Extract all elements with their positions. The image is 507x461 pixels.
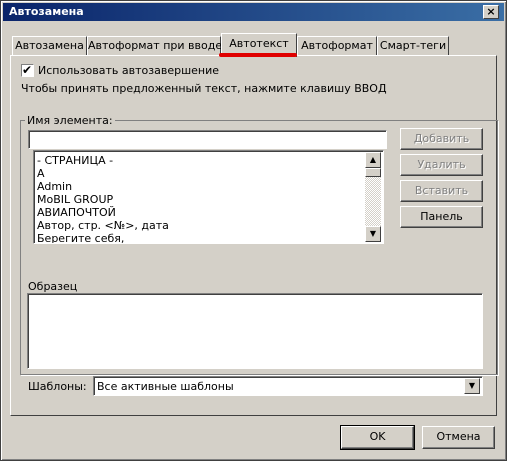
cancel-button[interactable]: Отмена (422, 426, 495, 449)
dropdown-button[interactable]: ▼ (464, 378, 480, 394)
add-button[interactable]: Добавить (400, 128, 483, 150)
arrow-down-icon: ▼ (369, 229, 377, 238)
scroll-thumb[interactable] (365, 168, 381, 177)
list-item[interactable]: АВИАПОЧТОЙ (37, 206, 116, 219)
arrow-up-icon: ▲ (369, 155, 377, 164)
preview-box (27, 293, 483, 369)
ok-button[interactable]: OK (340, 425, 415, 450)
autotext-list[interactable]: - СТРАНИЦА - A Admin MoBIL GROUP АВИАПОЧ… (33, 150, 384, 244)
dialog-title: Автозамена (9, 5, 84, 18)
close-icon: × (486, 5, 496, 18)
toolbar-button[interactable]: Панель (400, 206, 483, 228)
templates-selected: Все активные шаблоны (97, 380, 234, 393)
tab-smart-tags[interactable]: Смарт-теги (377, 36, 449, 56)
checkmark-icon: ✔ (22, 63, 33, 77)
list-item[interactable]: Автор, стр. <№>, дата (37, 219, 169, 232)
delete-button[interactable]: Удалить (400, 154, 483, 176)
autocomplete-label: Использовать автозавершение (38, 64, 220, 77)
chevron-down-icon: ▼ (468, 381, 476, 390)
tab-autoformat-as-you-type[interactable]: Автоформат при вводе (87, 36, 222, 56)
list-item[interactable]: A (37, 167, 45, 180)
entry-name-input[interactable] (28, 130, 387, 149)
active-tab-highlight (219, 53, 297, 57)
scroll-up-button[interactable]: ▲ (365, 152, 381, 168)
templates-label: Шаблоны: (28, 380, 87, 393)
tab-autoformat[interactable]: Автоформат (297, 36, 377, 56)
templates-dropdown[interactable]: Все активные шаблоны ▼ (93, 376, 483, 396)
list-item[interactable]: Берегите себя, (37, 232, 124, 243)
scroll-down-button[interactable]: ▼ (365, 226, 381, 242)
preview-label: Образец (28, 280, 78, 293)
list-item[interactable]: - СТРАНИЦА - (37, 154, 113, 167)
list-item[interactable]: MoBIL GROUP (37, 193, 113, 206)
insert-button[interactable]: Вставить (400, 180, 483, 202)
title-bar[interactable]: Автозамена (3, 3, 504, 21)
autocomplete-checkbox[interactable]: ✔ (21, 63, 34, 77)
tab-autocorrect[interactable]: Автозамена (12, 36, 87, 56)
entry-name-label: Имя элемента: (25, 114, 115, 127)
close-button[interactable]: × (483, 5, 499, 19)
list-item[interactable]: Admin (37, 180, 72, 193)
hint-text: Чтобы принять предложенный текст, нажмит… (21, 82, 387, 95)
